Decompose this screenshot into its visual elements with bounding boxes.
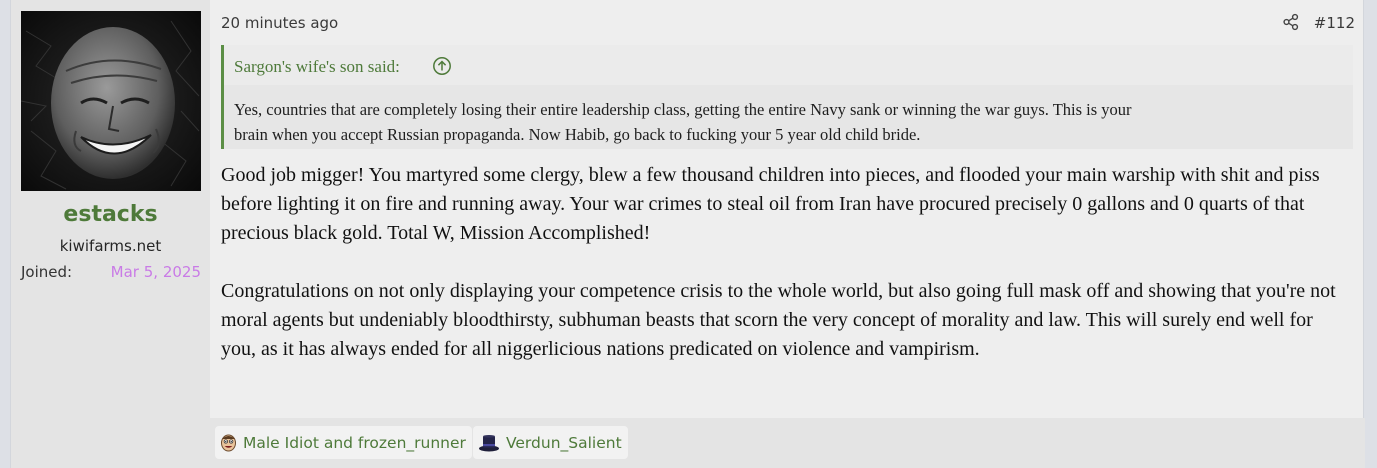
reaction-label: Verdun_Salient <box>506 433 622 452</box>
reaction-label: Male Idiot and frozen_runner <box>243 433 466 452</box>
top-hat-icon <box>479 434 499 451</box>
forum-post: estacks kiwifarms.net Joined: Mar 5, 202… <box>10 0 1365 468</box>
quote-block: Sargon's wife's son said: Yes, countries… <box>221 45 1353 149</box>
user-sidebar: estacks kiwifarms.net Joined: Mar 5, 202… <box>11 0 210 468</box>
user-title: kiwifarms.net <box>59 237 162 255</box>
reactions-bar: Male Idiot and frozen_runner Verdun_Sali… <box>210 418 1365 468</box>
message-paragraph: Congratulations on not only displaying y… <box>221 280 1336 360</box>
username[interactable]: estacks <box>11 202 210 227</box>
idiot-face-icon <box>221 434 236 452</box>
quote-author-link[interactable]: Sargon's wife's son said: <box>234 57 400 77</box>
share-icon[interactable] <box>1282 13 1300 31</box>
post-number[interactable]: #112 <box>1314 14 1355 32</box>
joined-date: Mar 5, 2025 <box>110 263 201 281</box>
quote-body: Yes, countries that are completely losin… <box>234 97 1339 147</box>
quote-header: Sargon's wife's son said: <box>224 45 1353 85</box>
post-message: Good job migger! You martyred some clerg… <box>221 161 1351 364</box>
smiling-wojak-avatar-icon <box>21 11 201 191</box>
user-avatar[interactable] <box>21 11 201 191</box>
joined-label: Joined: <box>21 263 73 281</box>
post-timestamp[interactable]: 20 minutes ago <box>221 14 338 32</box>
arrow-up-circle-icon[interactable] <box>432 56 452 76</box>
message-paragraph: Good job migger! You martyred some clerg… <box>221 164 1320 244</box>
post-main: 20 minutes ago #112 Sargon's wife's son … <box>210 0 1365 468</box>
reaction-summary-2[interactable]: Verdun_Salient <box>473 426 628 459</box>
quote-line: Yes, countries that are completely losin… <box>234 100 1132 119</box>
reaction-summary-1[interactable]: Male Idiot and frozen_runner <box>215 426 472 459</box>
quote-line: brain when you accept Russian propaganda… <box>234 125 921 144</box>
